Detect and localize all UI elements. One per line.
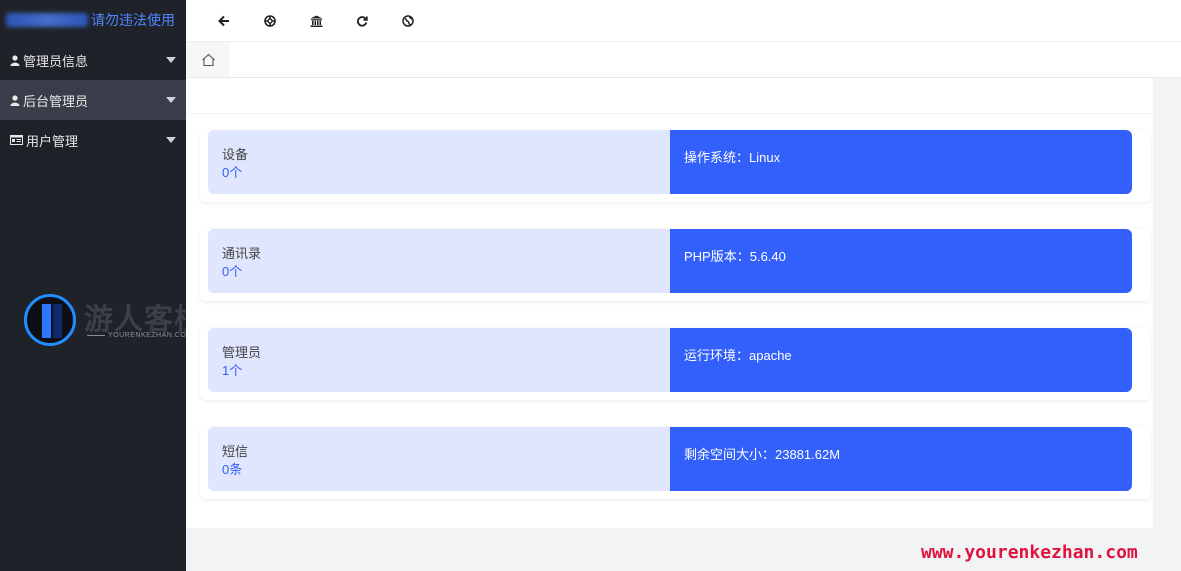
stat-label: 通讯录	[222, 246, 262, 261]
watermark-emblem	[24, 294, 76, 346]
blurred-brand-name	[6, 13, 88, 27]
globe-icon	[402, 14, 414, 27]
stat-card-admins: 管理员 1个 运行环境：apache	[200, 328, 1151, 400]
stat-card-left: 管理员 1个	[208, 328, 670, 392]
user-icon	[9, 54, 21, 66]
brand: 请勿违法使用	[0, 0, 186, 40]
stat-count: 0条	[222, 462, 243, 477]
stat-count: 0个	[222, 165, 243, 180]
stat-card-left: 设备 0个	[208, 130, 670, 194]
back-arrow-icon	[218, 15, 229, 26]
sidebar-item-label: 用户管理	[26, 133, 79, 149]
sidebar-item-admin-info[interactable]: 管理员信息	[0, 40, 186, 80]
stat-info: 运行环境：apache	[670, 328, 1132, 392]
globe-button[interactable]	[402, 11, 448, 31]
id-card-icon	[9, 134, 23, 146]
bank-icon	[310, 15, 323, 27]
sidebar-item-label: 后台管理员	[23, 93, 89, 109]
stat-info: 剩余空间大小：23881.62M	[670, 427, 1132, 491]
sidebar-item-backend-admin[interactable]: 后台管理员	[0, 80, 186, 120]
stat-card-sms: 短信 0条 剩余空间大小：23881.62M	[200, 427, 1151, 499]
home-icon	[201, 53, 215, 66]
stat-count: 1个	[222, 363, 243, 378]
dashboard-panel: 设备 0个 操作系统：Linux 通讯录 0个 PHP版本：5.6.40 管理员…	[186, 78, 1153, 528]
stat-card-left: 通讯录 0个	[208, 229, 670, 293]
lifebuoy-icon	[264, 14, 276, 27]
refresh-icon	[356, 15, 368, 27]
tab-bar	[186, 42, 1181, 78]
sidebar: 请勿违法使用 管理员信息 后台管理员 用户管理	[0, 0, 186, 571]
caret-down-icon	[166, 97, 176, 103]
stat-label: 短信	[222, 444, 249, 459]
caret-down-icon	[166, 137, 176, 143]
user-icon	[9, 94, 21, 106]
sidebar-item-user-management[interactable]: 用户管理	[0, 120, 186, 160]
stat-count: 0个	[222, 264, 243, 279]
top-toolbar	[186, 0, 1181, 42]
help-button[interactable]	[264, 11, 310, 31]
back-button[interactable]	[218, 11, 264, 31]
stat-info: PHP版本：5.6.40	[670, 229, 1132, 293]
tab-home[interactable]	[186, 42, 230, 77]
stat-label: 管理员	[222, 345, 262, 360]
stat-card-left: 短信 0条	[208, 427, 670, 491]
stat-card-contacts: 通讯录 0个 PHP版本：5.6.40	[200, 229, 1151, 301]
refresh-button[interactable]	[356, 11, 402, 31]
brand-text: 请勿违法使用	[91, 12, 175, 28]
bank-button[interactable]	[310, 11, 356, 31]
sidebar-item-label: 管理员信息	[23, 53, 89, 69]
stat-label: 设备	[222, 147, 249, 162]
stat-info: 操作系统：Linux	[670, 130, 1132, 194]
caret-down-icon	[166, 57, 176, 63]
stat-card-devices: 设备 0个 操作系统：Linux	[200, 130, 1151, 202]
panel-header	[186, 78, 1153, 114]
watermark-site-url: www.yourenkezhan.com	[921, 542, 1138, 563]
